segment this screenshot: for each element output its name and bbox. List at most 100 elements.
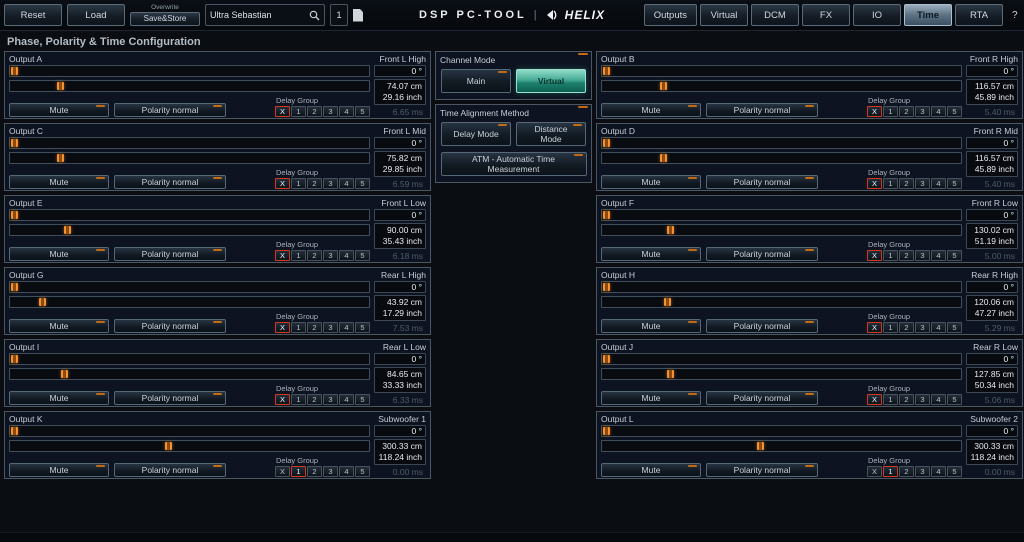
slider-handle[interactable] bbox=[603, 427, 610, 435]
delay-group-option-4[interactable]: 4 bbox=[339, 250, 354, 261]
slider-handle[interactable] bbox=[57, 154, 64, 162]
delay-group-option-3[interactable]: 3 bbox=[915, 322, 930, 333]
delay-slider[interactable] bbox=[601, 440, 962, 452]
delay-group-option-3[interactable]: 3 bbox=[915, 250, 930, 261]
phase-value[interactable]: 0 ° bbox=[374, 137, 426, 149]
slider-handle[interactable] bbox=[660, 154, 667, 162]
delay-group-option-1[interactable]: 1 bbox=[883, 250, 898, 261]
polarity-button[interactable]: Polarity normal bbox=[706, 247, 818, 261]
delay-group-option-2[interactable]: 2 bbox=[307, 250, 322, 261]
delay-group-option-3[interactable]: 3 bbox=[915, 394, 930, 405]
distance-mode-button[interactable]: Distance Mode bbox=[516, 122, 586, 146]
phase-value[interactable]: 0 ° bbox=[966, 425, 1018, 437]
delay-group-option-3[interactable]: 3 bbox=[323, 322, 338, 333]
mute-button[interactable]: Mute bbox=[9, 247, 109, 261]
phase-slider[interactable] bbox=[9, 209, 370, 221]
distance-value[interactable]: 75.82 cm29.85 inch bbox=[374, 151, 426, 177]
slider-handle[interactable] bbox=[603, 355, 610, 363]
delay-group-option-x[interactable]: X bbox=[867, 466, 882, 477]
polarity-button[interactable]: Polarity normal bbox=[114, 319, 226, 333]
slider-handle[interactable] bbox=[11, 211, 18, 219]
delay-group-option-4[interactable]: 4 bbox=[931, 178, 946, 189]
delay-group-option-4[interactable]: 4 bbox=[339, 466, 354, 477]
distance-value[interactable]: 116.57 cm45.89 inch bbox=[966, 79, 1018, 105]
slider-handle[interactable] bbox=[667, 370, 674, 378]
slider-handle[interactable] bbox=[165, 442, 172, 450]
slider-handle[interactable] bbox=[603, 139, 610, 147]
polarity-button[interactable]: Polarity normal bbox=[114, 391, 226, 405]
phase-value[interactable]: 0 ° bbox=[374, 65, 426, 77]
distance-value[interactable]: 300.33 cm118.24 inch bbox=[374, 439, 426, 465]
distance-value[interactable]: 84.65 cm33.33 inch bbox=[374, 367, 426, 393]
delay-group-option-1[interactable]: 1 bbox=[883, 466, 898, 477]
slider-handle[interactable] bbox=[603, 211, 610, 219]
phase-slider[interactable] bbox=[601, 425, 962, 437]
nav-fx[interactable]: FX bbox=[802, 4, 850, 26]
phase-slider[interactable] bbox=[9, 353, 370, 365]
phase-slider[interactable] bbox=[9, 425, 370, 437]
delay-group-option-3[interactable]: 3 bbox=[915, 106, 930, 117]
polarity-button[interactable]: Polarity normal bbox=[706, 175, 818, 189]
delay-group-option-5[interactable]: 5 bbox=[355, 250, 370, 261]
delay-group-option-4[interactable]: 4 bbox=[339, 394, 354, 405]
delay-group-option-2[interactable]: 2 bbox=[307, 322, 322, 333]
delay-group-option-2[interactable]: 2 bbox=[899, 178, 914, 189]
delay-slider[interactable] bbox=[601, 152, 962, 164]
delay-group-option-5[interactable]: 5 bbox=[355, 322, 370, 333]
delay-group-option-1[interactable]: 1 bbox=[291, 106, 306, 117]
delay-group-option-5[interactable]: 5 bbox=[355, 106, 370, 117]
nav-outputs[interactable]: Outputs bbox=[644, 4, 697, 26]
distance-value[interactable]: 130.02 cm51.19 inch bbox=[966, 223, 1018, 249]
distance-value[interactable]: 116.57 cm45.89 inch bbox=[966, 151, 1018, 177]
phase-value[interactable]: 0 ° bbox=[966, 281, 1018, 293]
mute-button[interactable]: Mute bbox=[601, 247, 701, 261]
delay-group-option-x[interactable]: X bbox=[867, 322, 882, 333]
delay-slider[interactable] bbox=[601, 80, 962, 92]
preset-name-field[interactable]: Ultra Sebastian bbox=[205, 4, 325, 26]
delay-group-option-5[interactable]: 5 bbox=[355, 178, 370, 189]
delay-group-option-3[interactable]: 3 bbox=[323, 178, 338, 189]
distance-value[interactable]: 43.92 cm17.29 inch bbox=[374, 295, 426, 321]
phase-slider[interactable] bbox=[601, 137, 962, 149]
delay-group-option-5[interactable]: 5 bbox=[947, 394, 962, 405]
delay-group-option-2[interactable]: 2 bbox=[307, 106, 322, 117]
delay-slider[interactable] bbox=[601, 224, 962, 236]
preset-number-field[interactable]: 1 bbox=[330, 4, 348, 26]
phase-value[interactable]: 0 ° bbox=[966, 65, 1018, 77]
phase-value[interactable]: 0 ° bbox=[374, 353, 426, 365]
virtual-mode-button[interactable]: Virtual bbox=[516, 69, 586, 93]
delay-group-option-1[interactable]: 1 bbox=[883, 106, 898, 117]
delay-group-option-4[interactable]: 4 bbox=[931, 394, 946, 405]
mute-button[interactable]: Mute bbox=[601, 319, 701, 333]
slider-handle[interactable] bbox=[11, 283, 18, 291]
delay-group-option-1[interactable]: 1 bbox=[291, 466, 306, 477]
nav-time[interactable]: Time bbox=[904, 4, 952, 26]
phase-value[interactable]: 0 ° bbox=[966, 209, 1018, 221]
phase-slider[interactable] bbox=[601, 65, 962, 77]
delay-group-option-x[interactable]: X bbox=[867, 178, 882, 189]
slider-handle[interactable] bbox=[603, 283, 610, 291]
distance-value[interactable]: 127.85 cm50.34 inch bbox=[966, 367, 1018, 393]
delay-group-option-5[interactable]: 5 bbox=[947, 178, 962, 189]
delay-slider[interactable] bbox=[9, 368, 370, 380]
delay-group-option-1[interactable]: 1 bbox=[883, 322, 898, 333]
distance-value[interactable]: 120.06 cm47.27 inch bbox=[966, 295, 1018, 321]
polarity-button[interactable]: Polarity normal bbox=[706, 319, 818, 333]
mute-button[interactable]: Mute bbox=[9, 463, 109, 477]
delay-group-option-4[interactable]: 4 bbox=[339, 106, 354, 117]
delay-group-option-3[interactable]: 3 bbox=[915, 178, 930, 189]
slider-handle[interactable] bbox=[11, 427, 18, 435]
phase-value[interactable]: 0 ° bbox=[966, 137, 1018, 149]
delay-group-option-4[interactable]: 4 bbox=[931, 466, 946, 477]
delay-group-option-3[interactable]: 3 bbox=[323, 394, 338, 405]
delay-group-option-2[interactable]: 2 bbox=[899, 322, 914, 333]
mute-button[interactable]: Mute bbox=[9, 319, 109, 333]
phase-slider[interactable] bbox=[601, 281, 962, 293]
slider-handle[interactable] bbox=[11, 355, 18, 363]
slider-handle[interactable] bbox=[660, 82, 667, 90]
slider-handle[interactable] bbox=[11, 67, 18, 75]
delay-group-option-x[interactable]: X bbox=[867, 250, 882, 261]
slider-handle[interactable] bbox=[64, 226, 71, 234]
main-mode-button[interactable]: Main bbox=[441, 69, 511, 93]
delay-group-option-5[interactable]: 5 bbox=[947, 106, 962, 117]
